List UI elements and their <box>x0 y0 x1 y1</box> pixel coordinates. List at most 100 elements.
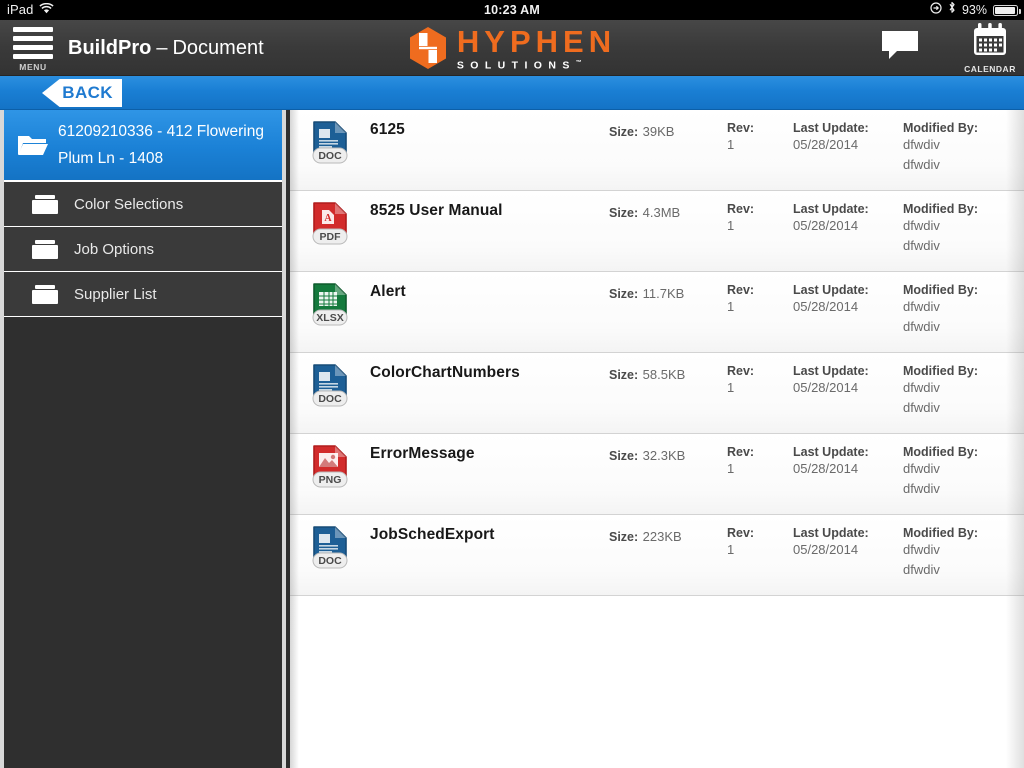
size-label: Size: <box>609 206 638 220</box>
body-area: 61209210336 - 412 Flowering Plum Ln - 14… <box>0 110 1024 768</box>
last-update-label: Last Update: <box>793 121 869 135</box>
battery-percent: 93% <box>962 0 987 20</box>
sidebar-item-job-options[interactable]: Job Options <box>4 227 282 272</box>
file-modified-by-cell: Modified By: dfwdiv dfwdiv <box>903 283 978 337</box>
battery-icon <box>993 5 1018 16</box>
rev-label: Rev: <box>727 364 754 378</box>
modified-by-label: Modified By: <box>903 283 978 297</box>
trademark-symbol: ™ <box>576 60 582 66</box>
table-row[interactable]: PNG ErrorMessage Size: 32.3KB Rev: 1 Las… <box>290 434 1024 515</box>
modified-by-label: Modified By: <box>903 121 978 135</box>
svg-text:DOC: DOC <box>318 150 342 162</box>
logo-secondary-text: SOLUTIONS™ <box>457 60 616 71</box>
table-row[interactable]: DOC 6125 Size: 39KB Rev: 1 Last Update: … <box>290 110 1024 191</box>
folder-icon <box>32 194 58 215</box>
svg-text:XLSX: XLSX <box>316 312 343 324</box>
file-last-update-cell: Last Update: 05/28/2014 <box>793 364 869 398</box>
modified-by-value-1: dfwdiv <box>903 216 978 236</box>
table-row[interactable]: DOC JobSchedExport Size: 223KB Rev: 1 La… <box>290 515 1024 596</box>
file-last-update-cell: Last Update: 05/28/2014 <box>793 283 869 317</box>
size-label: Size: <box>609 530 638 544</box>
doc-file-icon: DOC <box>311 364 353 410</box>
last-update-label: Last Update: <box>793 445 869 459</box>
file-name: 8525 User Manual <box>370 202 503 220</box>
table-row[interactable]: A PDF 8525 User Manual Size: 4.3MB Rev: … <box>290 191 1024 272</box>
file-size-cell: Size: 39KB <box>609 122 674 142</box>
rev-label: Rev: <box>727 283 754 297</box>
modified-by-label: Modified By: <box>903 364 978 378</box>
file-name: Alert <box>370 283 406 301</box>
last-update-label: Last Update: <box>793 283 869 297</box>
document-list[interactable]: DOC 6125 Size: 39KB Rev: 1 Last Update: … <box>290 110 1024 768</box>
sidebar-item-supplier-list[interactable]: Supplier List <box>4 272 282 317</box>
hamburger-menu-button[interactable]: MENU <box>10 25 56 73</box>
file-last-update-cell: Last Update: 05/28/2014 <box>793 445 869 479</box>
calendar-icon <box>972 23 1008 62</box>
size-label: Size: <box>609 125 638 139</box>
file-name: 6125 <box>370 121 405 139</box>
size-value: 11.7KB <box>643 286 685 301</box>
file-name: ErrorMessage <box>370 445 475 463</box>
file-rev-cell: Rev: 1 <box>727 121 754 155</box>
last-update-value: 05/28/2014 <box>793 540 869 560</box>
file-name: ColorChartNumbers <box>370 364 520 382</box>
svg-text:PDF: PDF <box>320 231 342 243</box>
file-modified-by-cell: Modified By: dfwdiv dfwdiv <box>903 445 978 499</box>
pdf-file-icon: A PDF <box>311 202 353 248</box>
file-size-cell: Size: 32.3KB <box>609 446 685 466</box>
file-rev-cell: Rev: 1 <box>727 283 754 317</box>
sidebar-item-job-folder[interactable]: 61209210336 - 412 Flowering Plum Ln - 14… <box>4 110 282 182</box>
modified-by-value-1: dfwdiv <box>903 378 978 398</box>
table-row[interactable]: DOC ColorChartNumbers Size: 58.5KB Rev: … <box>290 353 1024 434</box>
status-bar-right: 93% <box>930 0 1018 20</box>
rev-label: Rev: <box>727 121 754 135</box>
last-update-label: Last Update: <box>793 526 869 540</box>
back-button[interactable]: BACK <box>42 79 122 107</box>
title-dash: – <box>156 37 167 60</box>
sidebar-list: 61209210336 - 412 Flowering Plum Ln - 14… <box>4 110 282 317</box>
svg-text:DOC: DOC <box>318 393 342 405</box>
sidebar-item-color-selections[interactable]: Color Selections <box>4 182 282 227</box>
modified-by-label: Modified By: <box>903 526 978 540</box>
xlsx-file-icon: XLSX <box>311 283 353 329</box>
status-bar-clock: 10:23 AM <box>0 0 1024 20</box>
modified-by-value-1: dfwdiv <box>903 297 978 317</box>
file-rev-cell: Rev: 1 <box>727 364 754 398</box>
last-update-value: 05/28/2014 <box>793 459 869 479</box>
app-root: iPad 10:23 AM 93% <box>0 0 1024 768</box>
empty-list-area <box>290 596 1024 768</box>
size-label: Size: <box>609 368 638 382</box>
file-modified-by-cell: Modified By: dfwdiv dfwdiv <box>903 202 978 256</box>
size-label: Size: <box>609 287 638 301</box>
last-update-label: Last Update: <box>793 364 869 378</box>
size-value: 32.3KB <box>643 448 686 463</box>
size-value: 58.5KB <box>643 367 686 382</box>
file-modified-by-cell: Modified By: dfwdiv dfwdiv <box>903 364 978 418</box>
size-value: 4.3MB <box>643 205 681 220</box>
modified-by-value-2: dfwdiv <box>903 398 978 418</box>
sidebar-item-label: Supplier List <box>74 286 157 303</box>
last-update-label: Last Update: <box>793 202 869 216</box>
file-last-update-cell: Last Update: 05/28/2014 <box>793 526 869 560</box>
file-size-cell: Size: 4.3MB <box>609 203 680 223</box>
navbar-actions: CALENDAR <box>872 20 1018 76</box>
ios-status-bar: iPad 10:23 AM 93% <box>0 0 1024 20</box>
png-file-icon: PNG <box>311 445 353 491</box>
bluetooth-icon <box>948 0 956 20</box>
folder-icon <box>32 284 58 305</box>
calendar-button[interactable]: CALENDAR <box>962 23 1018 74</box>
svg-text:PNG: PNG <box>319 474 342 486</box>
modified-by-value-1: dfwdiv <box>903 135 978 155</box>
hyphen-hexagon-logo-icon <box>408 26 448 70</box>
menu-label: MENU <box>19 62 46 72</box>
folder-open-icon <box>18 133 48 157</box>
modified-by-value-2: dfwdiv <box>903 155 978 175</box>
rev-label: Rev: <box>727 445 754 459</box>
size-value: 39KB <box>643 124 675 139</box>
hamburger-menu-icon <box>13 27 53 59</box>
file-last-update-cell: Last Update: 05/28/2014 <box>793 121 869 155</box>
chat-button[interactable] <box>872 29 928 67</box>
modified-by-value-2: dfwdiv <box>903 560 978 580</box>
table-row[interactable]: XLSX Alert Size: 11.7KB Rev: 1 Last Upda… <box>290 272 1024 353</box>
app-navbar: MENU BuildPro – Document HYPHEN SOLUTIO <box>0 20 1024 76</box>
